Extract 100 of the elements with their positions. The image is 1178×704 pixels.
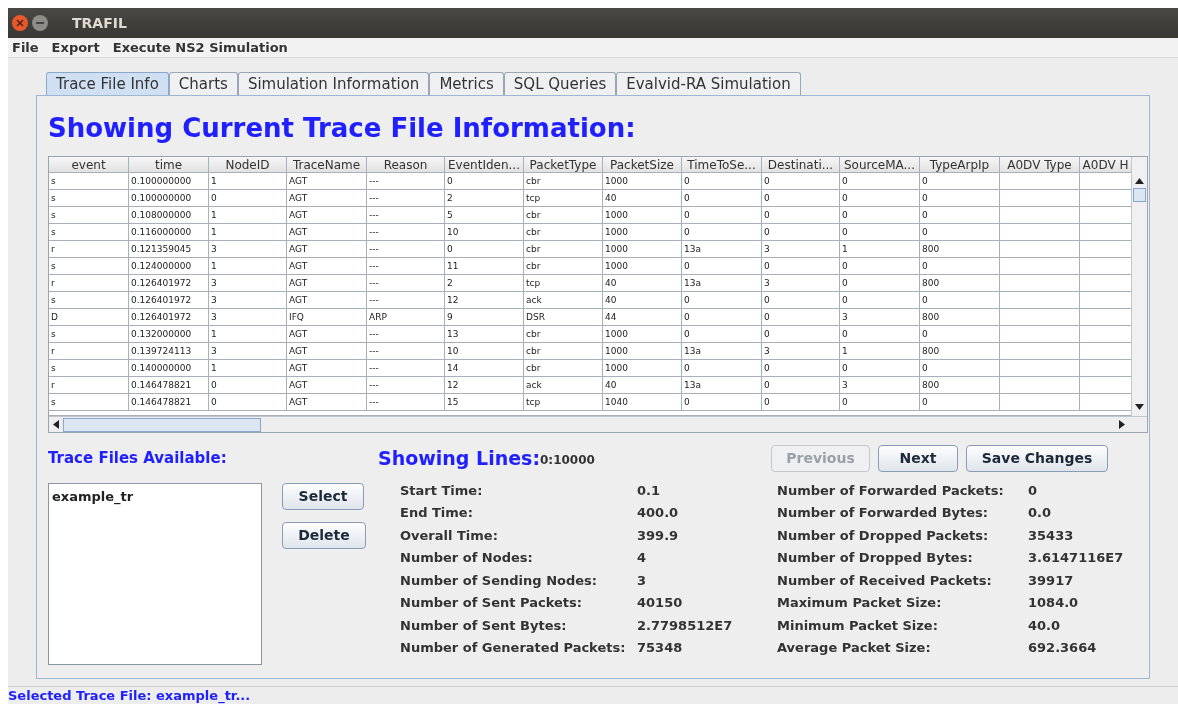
horizontal-scrollbar[interactable] [49,416,1147,432]
table-cell: 0 [762,292,840,309]
table-cell: IFQ [287,309,367,326]
table-cell: 0 [920,258,1000,275]
column-header[interactable]: NodeID [209,157,287,173]
table-cell: 1000 [603,360,682,377]
push-button[interactable]: Select [282,483,364,510]
table-cell: 1 [209,360,287,377]
table-cell: 0 [762,377,840,394]
table-cell: r [49,275,129,292]
tab[interactable]: Trace File Info [46,72,169,95]
table-cell: 13 [445,326,524,343]
column-header[interactable]: Reason [367,157,445,173]
menu-item[interactable]: Export [51,37,100,58]
table-cell: 3 [762,343,840,360]
stat-label: Maximum Packet Size: [777,594,943,612]
table-cell: AGT [287,173,367,190]
table-cell: s [49,292,129,309]
stat-value: 39917 [1028,571,1074,590]
stat-label: Number of Dropped Bytes: [777,549,974,567]
table-cell: AGT [287,275,367,292]
table-cell: 0.116000000 [129,224,209,241]
table-cell: 0 [209,394,287,411]
tab[interactable]: Metrics [429,72,504,95]
column-header[interactable]: TraceName [287,157,367,173]
table-cell: 0 [840,258,920,275]
stat-label: Minimum Packet Size: [777,616,939,635]
table-cell: 12 [445,377,524,394]
table-cell: s [49,360,129,377]
table-cell: 1000 [603,207,682,224]
table-cell: 0 [920,394,1000,411]
table-cell: 0 [920,224,1000,241]
table-cell: 0.126401972 [129,309,209,326]
minimize-icon[interactable] [32,15,48,31]
scroll-thumb[interactable] [1133,188,1146,202]
table-cell: --- [367,173,445,190]
column-header[interactable]: time [129,157,209,173]
table-cell: 0 [840,207,920,224]
table-cell: cbr [524,360,603,377]
column-header[interactable]: Destinati... [762,157,840,173]
push-button[interactable]: Save Changes [966,444,1108,472]
stat-label: Number of Sent Bytes: [400,616,568,635]
vertical-scrollbar[interactable] [1131,157,1147,416]
menu-item[interactable]: Execute NS2 Simulation [112,37,288,58]
column-header[interactable]: A0DV Type [1000,157,1080,173]
stat-label: Number of Generated Packets: [400,639,627,657]
table-cell: AGT [287,190,367,207]
table-cell: 10 [445,224,524,241]
table-cell: 3 [762,241,840,258]
close-icon[interactable] [12,15,28,31]
column-header[interactable]: TimeToSe... [682,157,762,173]
table-cell: D [49,309,129,326]
column-header[interactable]: SourceMA... [840,157,920,173]
table-cell: AGT [287,360,367,377]
menu-item[interactable]: File [12,37,39,58]
column-header[interactable]: TypeArpIp [920,157,1000,173]
table-cell: 0 [840,292,920,309]
table-cell: 0 [762,394,840,411]
table-cell: 13a [682,343,762,360]
scroll-down-icon[interactable] [1135,404,1144,410]
column-header[interactable]: EventIden... [445,157,524,173]
stat-value: 1084.0 [1028,594,1079,612]
stat-label: Number of Sending Nodes: [400,571,598,590]
table-cell: 0 [920,360,1000,377]
table-cell: 0 [445,173,524,190]
table-cell: 1000 [603,241,682,258]
table-cell: 1 [840,343,920,360]
stat-value: 3.6147116E7 [1028,549,1124,567]
table-cell: 13a [682,377,762,394]
tab[interactable]: Evalvid-RA Simulation [616,72,801,95]
table-cell: 0.146478821 [129,377,209,394]
column-header[interactable]: PacketSize [603,157,682,173]
table-cell: 0.124000000 [129,258,209,275]
table-cell: 1 [209,326,287,343]
table-cell: 3 [762,275,840,292]
scroll-right-icon[interactable] [1119,420,1125,429]
table-cell: --- [367,343,445,360]
column-header[interactable]: event [49,157,129,173]
scroll-left-icon[interactable] [53,420,59,429]
tab[interactable]: SQL Queries [503,72,617,95]
table-cell: 0 [762,207,840,224]
scroll-up-icon[interactable] [1135,178,1144,184]
showing-lines-label: Showing Lines: [378,445,540,471]
column-header[interactable]: A0DV H [1080,157,1131,173]
scroll-thumb[interactable] [63,417,261,432]
push-button[interactable]: Delete [282,522,366,549]
push-button[interactable]: Next [878,444,958,472]
table-cell: --- [367,241,445,258]
column-header[interactable]: PacketType [524,157,603,173]
table-cell: 0 [762,173,840,190]
table-cell: 0 [840,394,920,411]
tab[interactable]: Charts [168,72,238,95]
table-cell: 0.100000000 [129,190,209,207]
tab[interactable]: Simulation Information [237,72,430,95]
table-cell: 0 [762,224,840,241]
list-item[interactable]: example_tr [52,487,258,507]
table-cell: 800 [920,309,1000,326]
stat-label: End Time: [400,504,474,522]
table-cell: AGT [287,258,367,275]
table-cell: --- [367,377,445,394]
